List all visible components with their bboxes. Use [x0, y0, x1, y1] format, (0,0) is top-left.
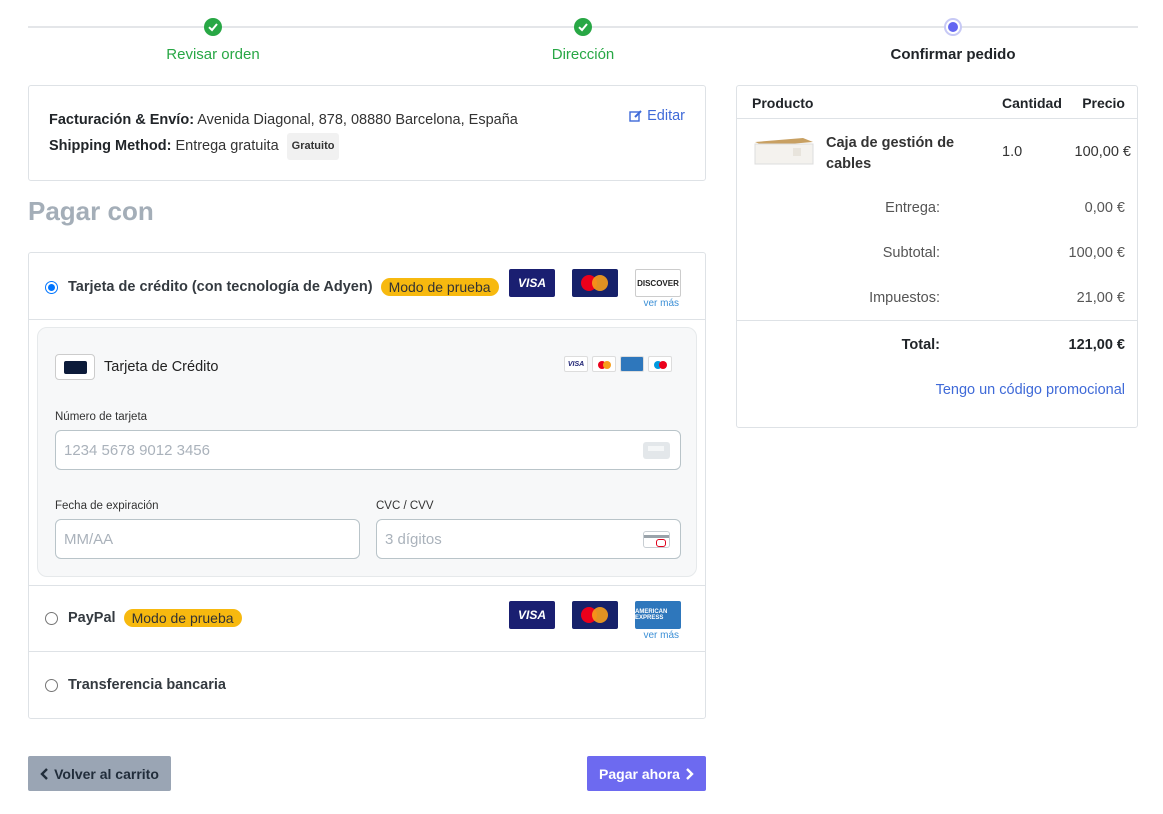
discover-logo: DISCOVER [635, 269, 681, 297]
pay-now-button[interactable]: Pagar ahora [587, 756, 706, 791]
step-confirm-order: Confirmar pedido [853, 18, 1053, 63]
chevron-right-icon [686, 767, 694, 780]
visa-mini-logo: VISA [564, 356, 588, 372]
amex-logo: AMERICAN EXPRESS [635, 601, 681, 629]
mastercard-logo [572, 601, 618, 629]
credit-card-form: Tarjeta de Crédito VISA Número de tarjet… [37, 327, 697, 577]
order-summary: Producto Cantidad Precio Caja de gestión… [736, 85, 1138, 428]
header-price: Precio [1082, 95, 1125, 111]
payment-method-bank-transfer[interactable]: Transferencia bancaria [29, 665, 705, 705]
card-number-input[interactable] [56, 431, 680, 469]
method-label: PayPal [68, 610, 116, 626]
billing-line: Facturación & Envío: Avenida Diagonal, 8… [49, 108, 685, 133]
row-value: 100,00 € [1068, 245, 1125, 261]
shipping-value: Entrega gratuita [175, 138, 279, 154]
divider [29, 585, 705, 586]
pay-button-label: Pagar ahora [599, 765, 680, 782]
see-more-link[interactable]: ver más [643, 298, 679, 309]
total-label: Total: [901, 337, 940, 353]
edit-address-link[interactable]: Editar [629, 108, 685, 124]
mastercard-mini-logo [592, 356, 616, 372]
product-image [754, 138, 814, 165]
cvc-input[interactable] [377, 520, 680, 558]
free-badge: Gratuito [286, 133, 340, 160]
accepted-cards: VISA [564, 356, 672, 372]
radio-bank-transfer[interactable] [45, 678, 58, 692]
product-price: 100,00 € [1074, 144, 1131, 160]
chevron-left-icon [40, 767, 48, 780]
cvc-field[interactable] [376, 519, 681, 559]
radio-paypal[interactable] [45, 611, 58, 625]
row-label: Subtotal: [882, 245, 940, 261]
method-label: Transferencia bancaria [68, 677, 226, 693]
mastercard-logo [572, 269, 618, 297]
radio-credit-card[interactable] [45, 280, 58, 294]
payment-heading: Pagar con [28, 196, 154, 226]
checkout-progress: Revisar orden Dirección Confirmar pedido [28, 14, 1138, 74]
header-quantity: Cantidad [1002, 95, 1062, 111]
edit-icon [629, 110, 642, 122]
back-button-label: Volver al carrito [54, 765, 159, 782]
card-logos: VISA DISCOVER [509, 269, 681, 297]
expiry-input[interactable] [56, 520, 359, 558]
card-form-header: Tarjeta de Crédito [55, 354, 218, 380]
amex-mini-logo [620, 356, 644, 372]
card-logos: VISA AMERICAN EXPRESS [509, 601, 681, 629]
step-label: Dirección [551, 46, 615, 63]
product-quantity: 1.0 [1002, 144, 1023, 160]
row-label: Impuestos: [869, 290, 940, 306]
check-icon [204, 18, 222, 36]
back-to-cart-button[interactable]: Volver al carrito [28, 756, 171, 791]
visa-logo: VISA [509, 601, 555, 629]
see-more-link[interactable]: ver más [643, 630, 679, 641]
card-number-field[interactable] [55, 430, 681, 470]
shipping-line: Shipping Method: Entrega gratuita Gratui… [49, 133, 685, 160]
card-brand-icon [643, 442, 670, 459]
method-label: Tarjeta de crédito (con tecnología de Ad… [68, 279, 373, 295]
current-step-icon [944, 18, 962, 36]
step-label: Confirmar pedido [890, 46, 1016, 63]
maestro-mini-logo [648, 356, 672, 372]
promo-code-link[interactable]: Tengo un código promocional [936, 382, 1125, 398]
summary-header: Producto Cantidad Precio [737, 86, 1137, 119]
check-icon [574, 18, 592, 36]
test-mode-badge: Modo de prueba [380, 278, 499, 296]
divider [29, 651, 705, 652]
test-mode-badge: Modo de prueba [123, 609, 242, 627]
total-value: 121,00 € [1068, 337, 1125, 353]
edit-label: Editar [647, 108, 685, 124]
step-label: Revisar orden [166, 46, 260, 63]
address-summary: Facturación & Envío: Avenida Diagonal, 8… [28, 85, 706, 181]
product-name: Caja de gestión de cables [826, 135, 955, 172]
step-review-order[interactable]: Revisar orden [113, 18, 313, 63]
cvc-label: CVC / CVV [376, 500, 434, 512]
payment-methods: Tarjeta de crédito (con tecnología de Ad… [28, 252, 706, 719]
row-value: 0,00 € [1084, 200, 1125, 216]
card-number-label: Número de tarjeta [55, 411, 148, 423]
billing-label: Facturación & Envío: [49, 112, 195, 128]
billing-value: Avenida Diagonal, 878, 08880 Barcelona, … [197, 112, 518, 128]
step-address[interactable]: Dirección [483, 18, 683, 63]
card-form-title: Tarjeta de Crédito [104, 359, 219, 375]
expiry-label: Fecha de expiración [55, 500, 159, 512]
visa-logo: VISA [509, 269, 555, 297]
cvc-hint-icon [643, 531, 670, 548]
divider [29, 319, 705, 320]
shipping-label: Shipping Method: [49, 138, 172, 154]
summary-total: Total: 121,00 € [737, 320, 1137, 353]
row-value: 21,00 € [1076, 290, 1125, 306]
credit-card-icon [55, 354, 95, 380]
header-product: Producto [752, 95, 814, 111]
row-label: Entrega: [885, 200, 940, 216]
expiry-field[interactable] [55, 519, 360, 559]
